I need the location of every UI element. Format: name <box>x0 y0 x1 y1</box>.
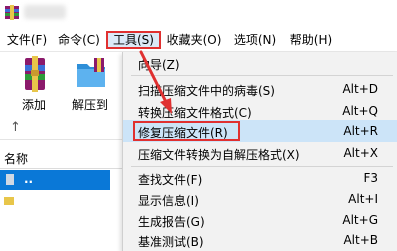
menu-favorites[interactable]: 收藏夹(O) <box>164 31 224 49</box>
menu-file[interactable]: 文件(F) <box>3 31 51 49</box>
menu-item-show-info[interactable]: 显示信息(I) Alt+I <box>123 188 397 210</box>
winrar-app-icon <box>5 5 19 20</box>
menu-item-wizard[interactable]: 向导(Z) <box>123 52 397 74</box>
add-label: 添加 <box>21 98 46 112</box>
extract-to-button[interactable]: 解压到 <box>62 52 118 118</box>
menu-separator <box>131 75 393 76</box>
menu-command[interactable]: 命令(C) <box>56 31 102 49</box>
tools-dropdown-menu: 向导(Z) 扫描压缩文件中的病毒(S) Alt+D 转换压缩文件格式(C) Al… <box>122 52 397 251</box>
menu-help[interactable]: 帮助(H) <box>286 31 336 49</box>
title-bar <box>0 0 397 28</box>
up-arrow-icon[interactable]: ↑ <box>10 120 21 135</box>
menu-options[interactable]: 选项(N) <box>230 31 280 49</box>
menu-item-benchmark[interactable]: 基准测试(B) Alt+B <box>123 229 397 251</box>
archive-add-icon <box>25 56 45 92</box>
menu-item-convert-sfx[interactable]: 压缩文件转换为自解压格式(X) Alt+X <box>123 142 397 164</box>
add-button[interactable]: 添加 <box>6 52 62 118</box>
header-divider <box>0 168 122 169</box>
menu-bar: 文件(F) 命令(C) 工具(S) 收藏夹(O) 选项(N) 帮助(H) <box>0 28 397 52</box>
navigation-row: ↑ <box>0 118 122 140</box>
window-title-blurred <box>24 5 66 19</box>
menu-item-scan-virus[interactable]: 扫描压缩文件中的病毒(S) Alt+D <box>123 78 397 100</box>
menu-item-generate-report[interactable]: 生成报告(G) Alt+G <box>123 209 397 231</box>
parent-folder-icon <box>6 174 14 185</box>
file-row-parent-label: .. <box>24 172 34 186</box>
file-row-parent[interactable]: .. <box>0 170 110 190</box>
folder-icon[interactable] <box>4 196 14 206</box>
menu-item-find-files[interactable]: 查找文件(F) F3 <box>123 167 397 189</box>
file-list: 名称 .. <box>0 146 122 251</box>
column-header-name[interactable]: 名称 <box>4 150 28 167</box>
toolbar: 添加 解压到 <box>0 52 122 118</box>
menu-item-convert-format[interactable]: 转换压缩文件格式(C) Alt+Q <box>123 100 397 122</box>
extract-to-label: 解压到 <box>71 98 108 112</box>
menu-tools[interactable]: 工具(S) <box>106 31 161 49</box>
menu-item-repair-archive[interactable]: 修复压缩文件(R) Alt+R <box>123 120 397 142</box>
folder-extract-icon <box>77 58 105 87</box>
